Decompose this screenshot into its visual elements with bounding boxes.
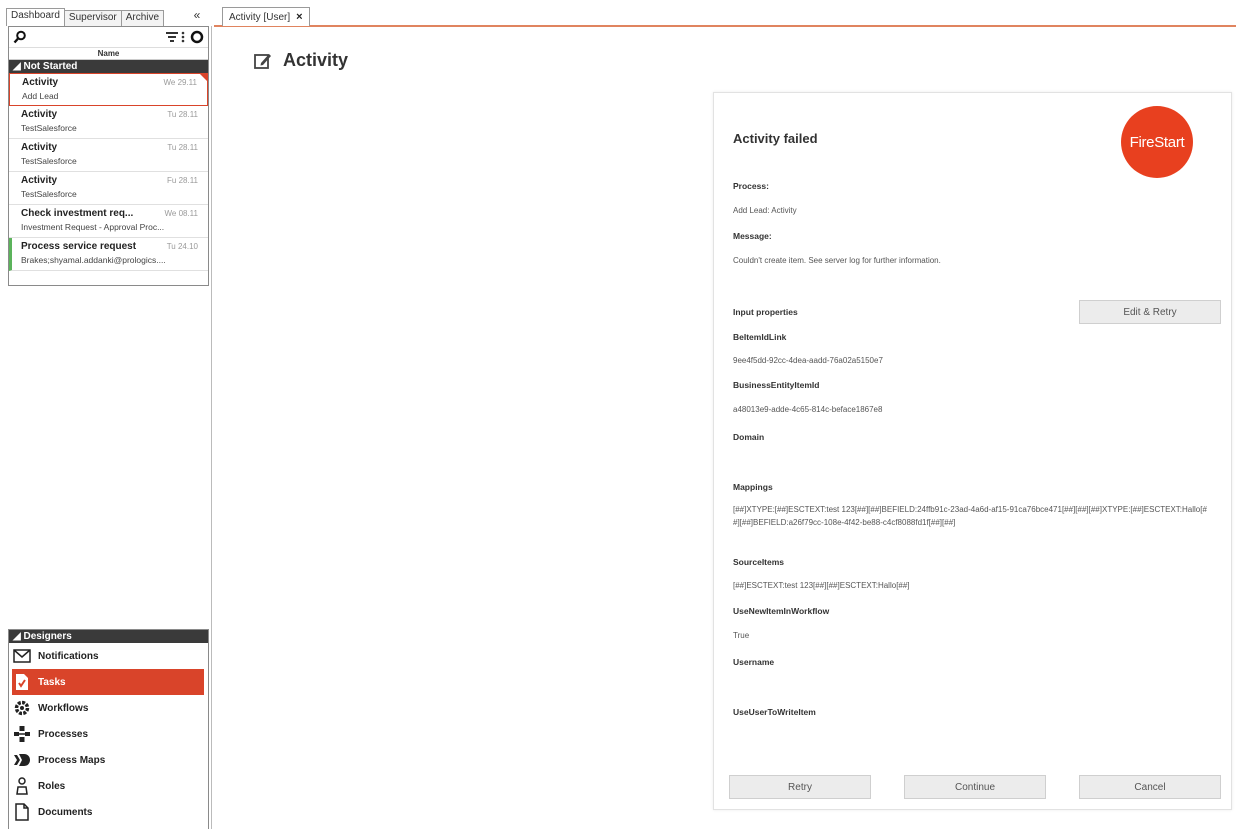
message-label: Message: bbox=[733, 231, 772, 241]
task-title: Activity bbox=[22, 77, 59, 88]
task-row[interactable]: Check investment req... We 08.11 Investm… bbox=[9, 205, 208, 238]
designer-item-label: Process Maps bbox=[38, 754, 106, 766]
task-date: Tu 28.11 bbox=[167, 110, 198, 119]
property-value: a48013e9-adde-4c65-814c-beface1867e8 bbox=[733, 405, 883, 414]
document-tab-bar: Activity [User] × bbox=[214, 0, 1236, 28]
property-name: UseNewItemInWorkflow bbox=[733, 606, 830, 616]
task-title: Activity bbox=[21, 142, 58, 153]
collapse-panel-button[interactable]: « bbox=[189, 8, 205, 22]
panel-divider[interactable] bbox=[211, 26, 212, 829]
task-row[interactable]: Activity We 29.11 Add Lead bbox=[9, 73, 208, 106]
cancel-button[interactable]: Cancel bbox=[1079, 775, 1221, 799]
task-row[interactable]: Activity Tu 28.11 TestSalesforce bbox=[9, 139, 208, 172]
task-title: Process service request bbox=[21, 241, 137, 252]
property-name: Mappings bbox=[733, 482, 773, 492]
tab-archive[interactable]: Archive bbox=[120, 10, 165, 26]
edit-icon bbox=[254, 53, 271, 69]
designer-item-tasks[interactable]: Tasks bbox=[12, 669, 204, 695]
envelope-icon bbox=[13, 647, 31, 665]
input-properties-label: Input properties bbox=[733, 307, 798, 317]
tab-dashboard[interactable]: Dashboard bbox=[6, 8, 65, 26]
task-subtitle: Brakes;shyamal.addanki@prologics.... bbox=[21, 255, 166, 265]
task-date: Fu 28.11 bbox=[167, 176, 198, 185]
task-icon bbox=[13, 673, 31, 691]
task-row[interactable]: Process service request Tu 24.10 Brakes;… bbox=[9, 238, 208, 271]
more-options-icon[interactable] bbox=[181, 30, 185, 44]
designer-item-roles[interactable]: Roles bbox=[9, 773, 208, 799]
task-list-panel: Name ◢ Not Started Activity We 29.11 Add… bbox=[8, 26, 209, 286]
logo-text: FireStart bbox=[1129, 133, 1185, 151]
page-title-text: Activity bbox=[283, 50, 349, 70]
designer-item-notifications[interactable]: Notifications bbox=[9, 643, 208, 669]
gear-icon bbox=[13, 699, 31, 717]
designer-item-label: Documents bbox=[38, 806, 93, 818]
search-icon[interactable] bbox=[13, 30, 27, 44]
group-header-not-started[interactable]: ◢ Not Started bbox=[9, 60, 208, 73]
close-icon[interactable]: × bbox=[296, 9, 302, 26]
designer-item-documents[interactable]: Documents bbox=[9, 799, 208, 825]
task-date: We 08.11 bbox=[164, 209, 198, 218]
tab-supervisor[interactable]: Supervisor bbox=[63, 10, 122, 26]
retry-button[interactable]: Retry bbox=[729, 775, 871, 799]
column-header-name[interactable]: Name bbox=[9, 48, 208, 60]
task-subtitle: TestSalesforce bbox=[21, 189, 77, 199]
role-icon bbox=[13, 777, 31, 795]
task-list-toolbar bbox=[9, 27, 208, 48]
process-icon bbox=[13, 725, 31, 743]
left-panel: Dashboard Supervisor Archive « Name ◢ No… bbox=[0, 0, 212, 829]
task-title: Check investment req... bbox=[21, 208, 134, 219]
page-title: Activity bbox=[253, 50, 348, 71]
task-date: Tu 24.10 bbox=[166, 242, 198, 251]
designer-item-process-maps[interactable]: Process Maps bbox=[9, 747, 208, 773]
designer-item-label: Workflows bbox=[38, 702, 89, 714]
process-map-icon bbox=[13, 751, 31, 769]
process-label: Process: bbox=[733, 181, 769, 191]
designer-item-label: Processes bbox=[38, 728, 89, 740]
task-rows: Activity We 29.11 Add Lead Activity Tu 2… bbox=[9, 73, 208, 271]
property-name: BeItemIdLink bbox=[733, 332, 787, 342]
continue-button[interactable]: Continue bbox=[904, 775, 1046, 799]
activity-failed-card: Activity failed FireStart Process: Add L… bbox=[713, 92, 1232, 810]
designer-item-processes[interactable]: Processes bbox=[9, 721, 208, 747]
designer-item-label: Roles bbox=[38, 780, 66, 792]
property-value: [##]XTYPE:[##]ESCTEXT:test 123[##][##]BE… bbox=[733, 505, 1207, 527]
task-subtitle: TestSalesforce bbox=[21, 156, 77, 166]
designers-panel: ◢ Designers Notifications Tasks Workflow… bbox=[8, 629, 209, 829]
tab-label: Activity [User] bbox=[229, 11, 291, 23]
task-subtitle: TestSalesforce bbox=[21, 123, 77, 133]
card-title: Activity failed bbox=[733, 131, 818, 146]
designer-item-label: Notifications bbox=[38, 650, 99, 662]
property-name: Domain bbox=[733, 432, 765, 442]
property-name: UseUserToWriteItem bbox=[733, 707, 816, 717]
tab-activity-user[interactable]: Activity [User] × bbox=[222, 7, 310, 26]
designer-item-workflows[interactable]: Workflows bbox=[9, 695, 208, 721]
property-value: True bbox=[733, 631, 750, 640]
designer-item-label: Tasks bbox=[38, 676, 66, 688]
refresh-icon[interactable] bbox=[190, 30, 204, 44]
process-value: Add Lead: Activity bbox=[733, 206, 797, 215]
task-row[interactable]: Activity Fu 28.11 TestSalesforce bbox=[9, 172, 208, 205]
left-tabs: Dashboard Supervisor Archive bbox=[6, 8, 165, 26]
property-name: BusinessEntityItemId bbox=[733, 380, 820, 390]
task-date: We 29.11 bbox=[163, 78, 197, 87]
message-value: Couldn't create item. See server log for… bbox=[733, 256, 941, 265]
property-value: 9ee4f5dd-92cc-4dea-aadd-76a02a5150e7 bbox=[733, 356, 883, 365]
property-name: SourceItems bbox=[733, 557, 785, 567]
firestart-logo: FireStart bbox=[1121, 106, 1193, 178]
task-title: Activity bbox=[21, 109, 58, 120]
task-title: Activity bbox=[21, 175, 58, 186]
task-subtitle: Add Lead bbox=[22, 91, 59, 101]
edit-retry-button[interactable]: Edit & Retry bbox=[1079, 300, 1221, 324]
tab-bar-accent-line bbox=[214, 25, 1236, 27]
document-icon bbox=[13, 803, 31, 821]
task-row[interactable]: Activity Tu 28.11 TestSalesforce bbox=[9, 106, 208, 139]
task-date: Tu 28.11 bbox=[167, 143, 198, 152]
property-value: [##]ESCTEXT:test 123[##][##]ESCTEXT:Hall… bbox=[733, 581, 910, 590]
filter-icon[interactable] bbox=[165, 30, 179, 44]
property-name: Username bbox=[733, 657, 775, 667]
designers-header[interactable]: ◢ Designers bbox=[9, 630, 208, 643]
task-subtitle: Investment Request - Approval Proc... bbox=[21, 222, 165, 232]
